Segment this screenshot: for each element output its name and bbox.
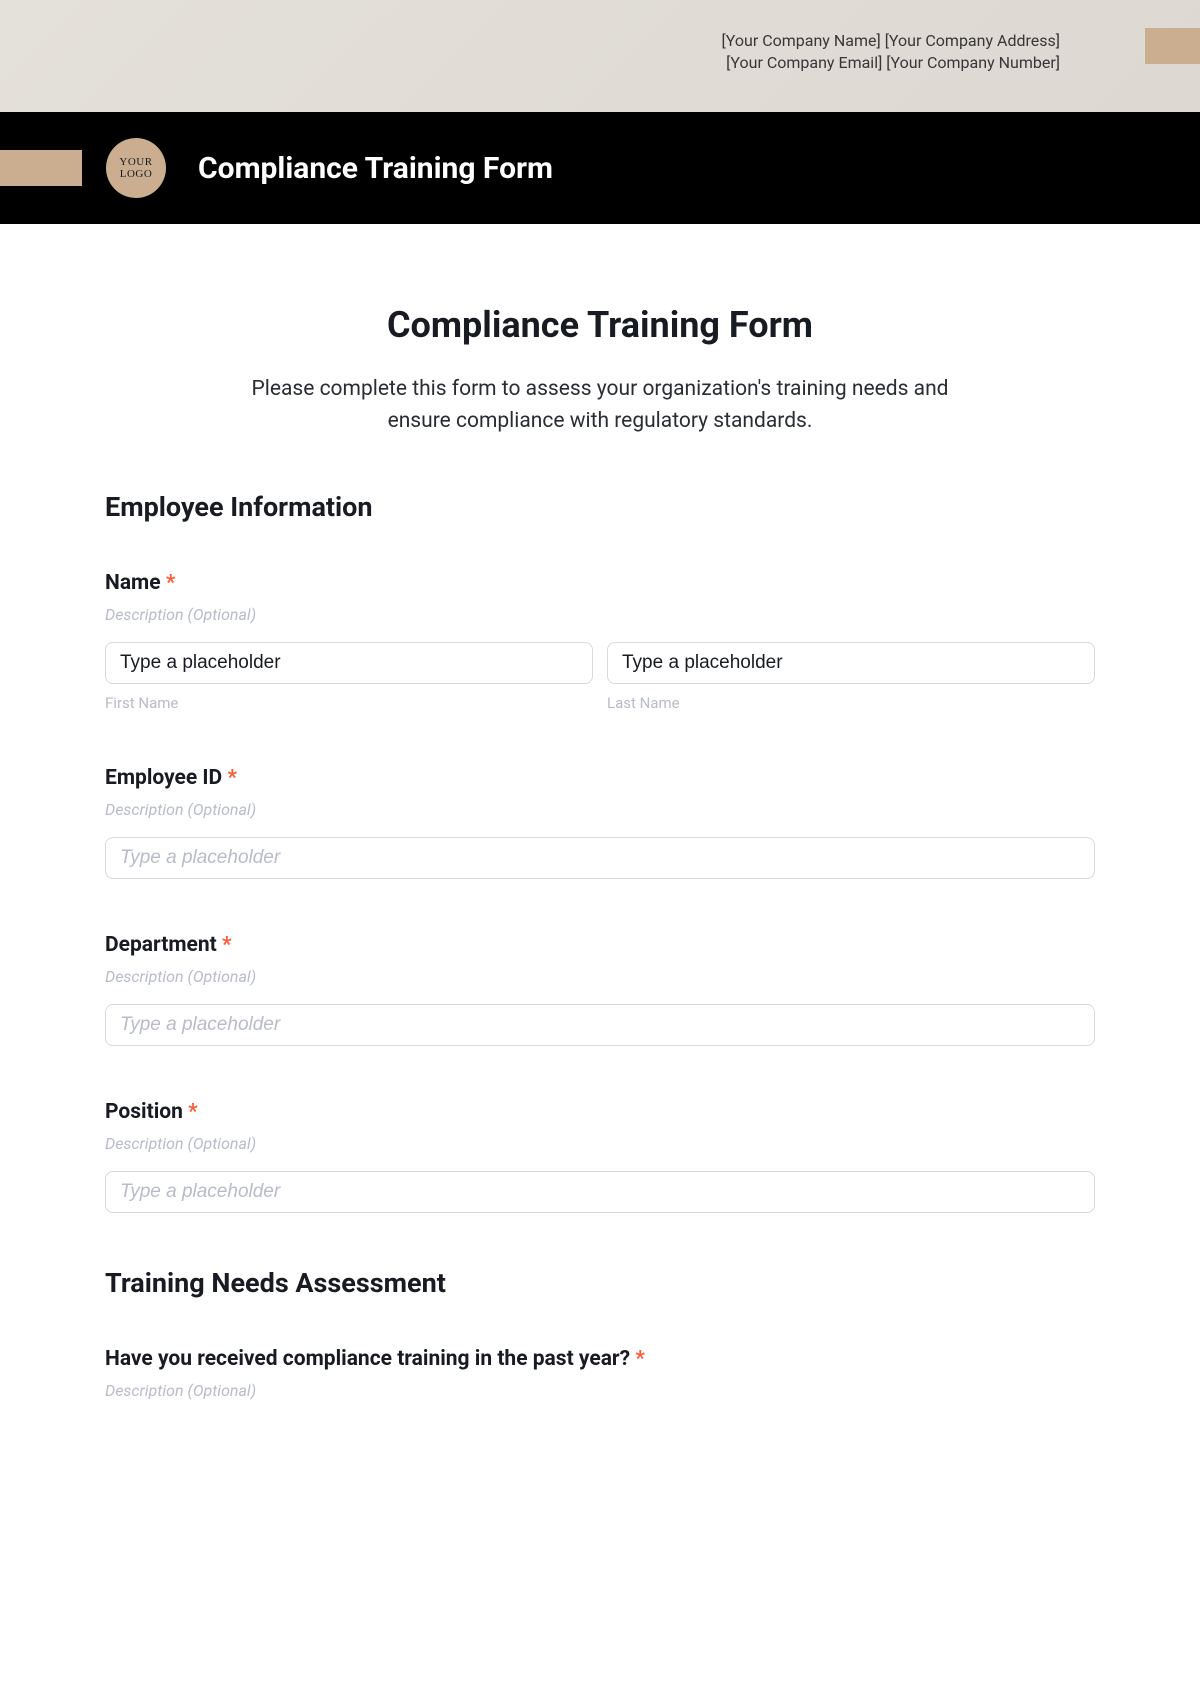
department-input[interactable] [105, 1004, 1095, 1046]
first-name-input[interactable] [105, 642, 593, 684]
top-banner: [Your Company Name] [Your Company Addres… [0, 0, 1200, 112]
required-icon: * [227, 766, 237, 790]
training-q-label-text: Have you received compliance training in… [105, 1347, 630, 1371]
form-intro: Please complete this form to assess your… [220, 374, 980, 437]
training-q-label: Have you received compliance training in… [105, 1347, 1095, 1371]
required-icon: * [222, 933, 232, 957]
department-label: Department * [105, 933, 1095, 957]
name-description[interactable]: Description (Optional) [105, 605, 1095, 624]
position-label: Position * [105, 1100, 1095, 1124]
required-icon: * [188, 1100, 198, 1124]
section-training-needs: Training Needs Assessment [105, 1267, 1095, 1299]
department-label-text: Department [105, 933, 217, 957]
employee-id-label-text: Employee ID [105, 766, 222, 790]
name-label-text: Name [105, 571, 161, 595]
logo-placeholder: YOUR LOGO [106, 138, 166, 198]
position-label-text: Position [105, 1100, 183, 1124]
required-icon: * [166, 571, 176, 595]
form-title: Compliance Training Form [105, 304, 1095, 346]
field-department: Department * Description (Optional) [105, 933, 1095, 1046]
company-line-2: [Your Company Email] [Your Company Numbe… [0, 52, 1060, 74]
company-meta: [Your Company Name] [Your Company Addres… [0, 30, 1060, 75]
section-employee-info: Employee Information [105, 491, 1095, 523]
employee-id-label: Employee ID * [105, 766, 1095, 790]
field-position: Position * Description (Optional) [105, 1100, 1095, 1213]
accent-right [1145, 28, 1200, 64]
logo-text-2: LOGO [120, 168, 153, 180]
bar-title: Compliance Training Form [198, 151, 553, 186]
employee-id-input[interactable] [105, 837, 1095, 879]
position-input[interactable] [105, 1171, 1095, 1213]
accent-left [0, 150, 82, 186]
logo-text-1: YOUR [119, 156, 152, 168]
department-description[interactable]: Description (Optional) [105, 967, 1095, 986]
last-name-input[interactable] [607, 642, 1095, 684]
field-employee-id: Employee ID * Description (Optional) [105, 766, 1095, 879]
employee-id-description[interactable]: Description (Optional) [105, 800, 1095, 819]
last-name-sublabel: Last Name [607, 694, 1095, 712]
name-label: Name * [105, 571, 1095, 595]
field-name: Name * Description (Optional) First Name… [105, 571, 1095, 712]
title-bar: YOUR LOGO Compliance Training Form [0, 112, 1200, 224]
required-icon: * [635, 1347, 645, 1371]
position-description[interactable]: Description (Optional) [105, 1134, 1095, 1153]
form-content: Compliance Training Form Please complete… [0, 224, 1200, 1458]
training-q-description[interactable]: Description (Optional) [105, 1381, 1095, 1400]
first-name-sublabel: First Name [105, 694, 593, 712]
company-line-1: [Your Company Name] [Your Company Addres… [0, 30, 1060, 52]
field-training-past-year: Have you received compliance training in… [105, 1347, 1095, 1400]
